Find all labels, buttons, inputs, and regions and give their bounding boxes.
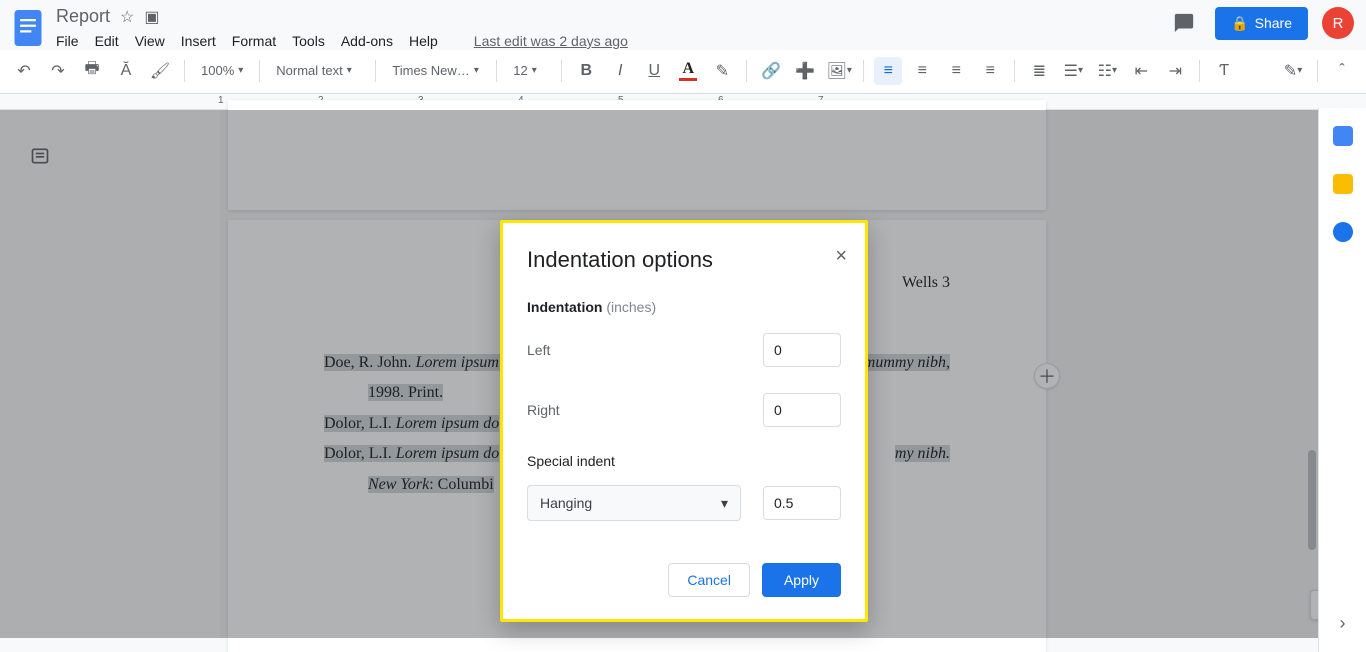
separator [496, 60, 497, 82]
keep-icon[interactable] [1333, 174, 1353, 194]
chevron-down-icon: ▾ [532, 65, 537, 76]
side-panel: › [1318, 108, 1366, 652]
zoom-value: 100% [201, 63, 234, 78]
label-unit: (inches) [602, 299, 656, 315]
header-right: 🔒 Share R [1167, 6, 1354, 40]
clear-formatting-button[interactable]: Ƭ [1210, 57, 1238, 85]
left-indent-row: Left [527, 333, 841, 367]
ruler-tick: 1 [218, 95, 224, 106]
chevron-down-icon: ▾ [347, 65, 352, 76]
decrease-indent-button[interactable]: ⇤ [1127, 57, 1155, 85]
bold-button[interactable]: B [572, 57, 600, 85]
separator [259, 60, 260, 82]
chevron-down-icon: ▾ [721, 495, 728, 512]
account-avatar[interactable]: R [1322, 7, 1354, 39]
right-indent-input[interactable] [763, 393, 841, 427]
special-indent-input[interactable] [763, 486, 841, 520]
share-button[interactable]: 🔒 Share [1215, 7, 1308, 40]
menu-view[interactable]: View [135, 33, 165, 49]
apply-button[interactable]: Apply [762, 563, 841, 597]
menu-tools[interactable]: Tools [292, 33, 325, 49]
italic-button[interactable]: I [606, 57, 634, 85]
insert-image-button[interactable]: 🖼▾ [825, 57, 853, 85]
dialog-title: Indentation options [527, 247, 841, 273]
menu-file[interactable]: File [56, 33, 79, 49]
move-folder-icon[interactable]: ▣ [144, 7, 159, 27]
toolbar: ↶ ↷ 🖶 Ă 🖌 100% ▾ Normal text ▾ Times New… ▾… [0, 50, 1366, 94]
special-indent-row: Hanging ▾ [527, 485, 841, 521]
lock-icon: 🔒 [1231, 15, 1248, 32]
font-family-dropdown[interactable]: Times New… ▾ [386, 57, 486, 85]
print-button[interactable]: 🖶 [78, 57, 106, 85]
app-header: Report ☆ ▣ File Edit View Insert Format … [0, 0, 1366, 50]
hide-menus-button[interactable]: ˆ [1328, 57, 1356, 85]
spellcheck-button[interactable]: Ă [112, 57, 140, 85]
paint-format-button[interactable]: 🖌 [146, 57, 174, 85]
title-area: Report ☆ ▣ File Edit View Insert Format … [56, 6, 628, 49]
redo-button[interactable]: ↷ [44, 57, 72, 85]
menu-bar: File Edit View Insert Format Tools Add-o… [56, 33, 628, 49]
menu-addons[interactable]: Add-ons [341, 33, 393, 49]
zoom-dropdown[interactable]: 100% ▾ [195, 57, 249, 85]
close-icon[interactable]: × [835, 245, 847, 268]
align-left-button[interactable]: ≡ [874, 57, 902, 85]
right-indent-label: Right [527, 402, 560, 418]
text-color-button[interactable]: A [674, 57, 702, 85]
bulleted-list-button[interactable]: ☷▾ [1093, 57, 1121, 85]
right-indent-row: Right [527, 393, 841, 427]
font-value: Times New… [392, 63, 470, 78]
indentation-options-dialog: Indentation options × Indentation (inche… [500, 220, 868, 622]
underline-button[interactable]: U [640, 57, 668, 85]
cancel-button[interactable]: Cancel [668, 563, 750, 597]
menu-format[interactable]: Format [232, 33, 276, 49]
chevron-down-icon: ▾ [238, 65, 243, 76]
undo-button[interactable]: ↶ [10, 57, 38, 85]
menu-edit[interactable]: Edit [95, 33, 119, 49]
menu-help[interactable]: Help [409, 33, 438, 49]
doc-title[interactable]: Report [56, 6, 110, 27]
special-indent-select[interactable]: Hanging ▾ [527, 485, 741, 521]
star-icon[interactable]: ☆ [120, 7, 134, 27]
editor-workspace: Wells 3 Doe, R. John. Lorem ipsum do mum… [0, 110, 1366, 638]
left-indent-label: Left [527, 342, 550, 358]
line-spacing-button[interactable]: ≣ [1025, 57, 1053, 85]
font-size-dropdown[interactable]: 12 ▾ [507, 57, 551, 85]
align-justify-button[interactable]: ≡ [976, 57, 1004, 85]
align-right-button[interactable]: ≡ [942, 57, 970, 85]
select-value: Hanging [540, 495, 592, 511]
special-indent-label: Special indent [527, 453, 841, 469]
font-size-value: 12 [513, 63, 527, 78]
separator [1199, 60, 1200, 82]
docs-logo-icon[interactable] [10, 6, 46, 50]
align-center-button[interactable]: ≡ [908, 57, 936, 85]
separator [863, 60, 864, 82]
comments-icon[interactable] [1167, 6, 1201, 40]
left-indent-input[interactable] [763, 333, 841, 367]
separator [1014, 60, 1015, 82]
insert-comment-button[interactable]: ➕ [791, 57, 819, 85]
paragraph-style-dropdown[interactable]: Normal text ▾ [270, 57, 365, 85]
insert-link-button[interactable]: 🔗 [757, 57, 785, 85]
increase-indent-button[interactable]: ⇥ [1161, 57, 1189, 85]
label-text: Indentation [527, 299, 602, 315]
highlight-button[interactable]: ✎ [708, 57, 736, 85]
share-label: Share [1255, 15, 1292, 31]
separator [746, 60, 747, 82]
style-value: Normal text [276, 63, 342, 78]
separator [375, 60, 376, 82]
menu-insert[interactable]: Insert [181, 33, 216, 49]
side-panel-expand-icon[interactable]: › [1340, 613, 1346, 634]
calendar-icon[interactable] [1333, 126, 1353, 146]
editing-mode-button[interactable]: ✎▾ [1279, 57, 1307, 85]
dialog-actions: Cancel Apply [527, 563, 841, 597]
indentation-section-label: Indentation (inches) [527, 299, 841, 315]
chevron-down-icon: ▾ [474, 65, 479, 76]
separator [561, 60, 562, 82]
separator [184, 60, 185, 82]
numbered-list-button[interactable]: ☰▾ [1059, 57, 1087, 85]
last-edit-link[interactable]: Last edit was 2 days ago [474, 33, 628, 49]
tasks-icon[interactable] [1333, 222, 1353, 242]
separator [1317, 60, 1318, 82]
